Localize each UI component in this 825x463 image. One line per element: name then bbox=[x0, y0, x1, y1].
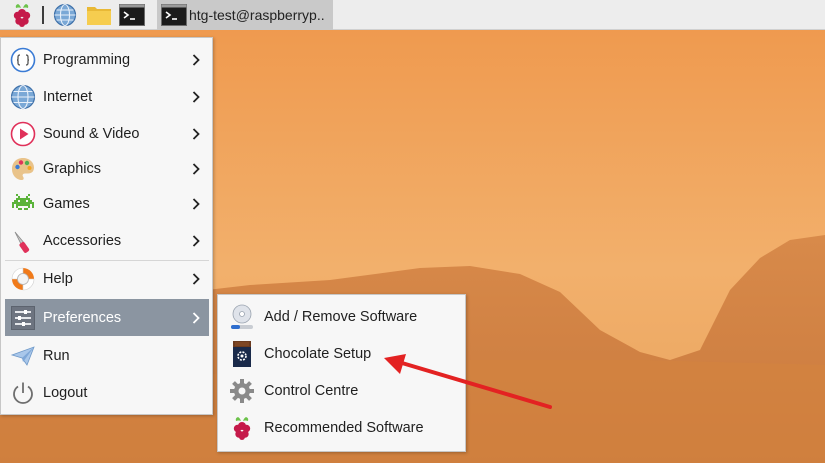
terminal-icon[interactable] bbox=[119, 2, 145, 28]
taskbar-separator bbox=[42, 6, 44, 24]
file-manager-icon[interactable] bbox=[86, 2, 112, 28]
preferences-sliders-icon bbox=[10, 305, 36, 331]
menu-item-programming[interactable]: Programming bbox=[5, 43, 209, 77]
play-icon bbox=[10, 121, 36, 147]
web-browser-icon[interactable] bbox=[52, 2, 78, 28]
menu-item-label: Graphics bbox=[43, 161, 102, 177]
menu-item-internet[interactable]: Internet bbox=[5, 80, 209, 114]
palette-icon bbox=[10, 156, 36, 182]
menu-item-run[interactable]: Run bbox=[5, 339, 209, 373]
application-menu: Programming Internet Sound & Video Graph… bbox=[0, 37, 213, 415]
submenu-item-label: Add / Remove Software bbox=[264, 309, 418, 325]
taskbar-window-button[interactable]: htg-test@raspberryp.. bbox=[157, 0, 333, 30]
menu-item-label: Accessories bbox=[43, 233, 122, 249]
menu-item-label: Help bbox=[43, 271, 73, 287]
desktop: htg-test@raspberryp.. Programming Intern… bbox=[0, 0, 825, 463]
taskbar-window-title: htg-test@raspberryp.. bbox=[189, 7, 325, 23]
globe-icon bbox=[10, 84, 36, 110]
menu-item-label: Logout bbox=[43, 385, 88, 401]
terminal-icon bbox=[161, 2, 187, 28]
menu-item-logout[interactable]: Logout bbox=[5, 376, 209, 410]
menu-item-label: Games bbox=[43, 196, 90, 212]
space-invader-icon bbox=[10, 191, 36, 217]
chocolate-setup-icon bbox=[228, 340, 256, 368]
menu-separator bbox=[5, 260, 209, 261]
menu-item-sound-video[interactable]: Sound & Video bbox=[5, 117, 209, 151]
chevron-right-icon bbox=[191, 234, 201, 248]
menu-item-label: Internet bbox=[43, 89, 93, 105]
menu-item-graphics[interactable]: Graphics bbox=[5, 152, 209, 186]
chevron-right-icon bbox=[191, 53, 201, 67]
lifebuoy-icon bbox=[10, 266, 36, 292]
chevron-right-icon bbox=[191, 127, 201, 141]
menu-item-accessories[interactable]: Accessories bbox=[5, 224, 209, 258]
menu-item-label: Programming bbox=[43, 52, 131, 68]
raspberry-menu-icon[interactable] bbox=[9, 2, 35, 28]
programming-icon bbox=[10, 47, 36, 73]
submenu-item-add-remove-software[interactable]: Add / Remove Software bbox=[222, 299, 462, 335]
submenu-item-label: Recommended Software bbox=[264, 420, 424, 436]
raspberry-icon bbox=[228, 414, 256, 442]
taskbar: htg-test@raspberryp.. bbox=[0, 0, 825, 30]
menu-item-preferences[interactable]: Preferences bbox=[5, 299, 209, 336]
chevron-right-icon bbox=[191, 197, 201, 211]
gear-icon bbox=[228, 377, 256, 405]
submenu-item-label: Control Centre bbox=[264, 383, 359, 399]
power-icon bbox=[10, 380, 36, 406]
submenu-item-recommended-software[interactable]: Recommended Software bbox=[222, 410, 462, 446]
chevron-right-icon bbox=[191, 162, 201, 176]
chevron-right-icon bbox=[191, 90, 201, 104]
menu-item-label: Preferences bbox=[43, 309, 122, 326]
chevron-right-icon bbox=[191, 311, 201, 325]
software-disc-icon bbox=[228, 303, 256, 331]
submenu-item-label: Chocolate Setup bbox=[264, 346, 372, 362]
menu-item-help[interactable]: Help bbox=[5, 262, 209, 296]
paper-plane-icon bbox=[10, 343, 36, 369]
chevron-right-icon bbox=[191, 272, 201, 286]
annotation-arrow bbox=[384, 354, 552, 409]
swiss-knife-icon bbox=[10, 228, 36, 254]
menu-item-label: Sound & Video bbox=[43, 126, 140, 142]
menu-item-label: Run bbox=[43, 348, 70, 364]
menu-item-games[interactable]: Games bbox=[5, 187, 209, 221]
